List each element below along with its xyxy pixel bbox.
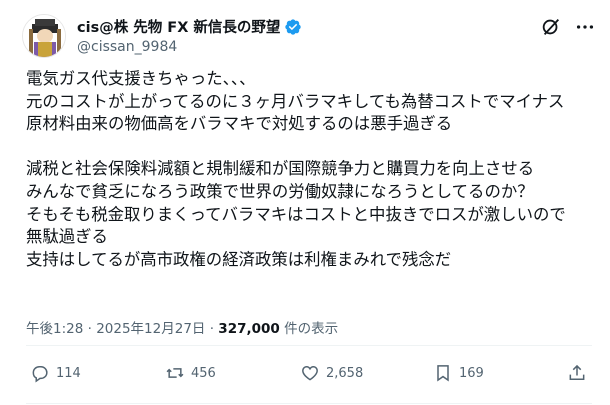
bookmark-count: 169 <box>459 365 484 381</box>
post-line: そもそも税金取りまくってバラマキはコストと中抜きでロスが激しいので <box>26 204 566 224</box>
share-icon <box>569 364 585 380</box>
avatar[interactable] <box>22 14 66 58</box>
divider <box>26 403 592 404</box>
bookmark-button[interactable]: 169 <box>433 363 484 383</box>
grok-icon[interactable] <box>540 16 562 38</box>
post-line-blank <box>26 136 606 159</box>
post-card: cis@株 先物 FX 新信長の野望 @cissan_9984 電気ガス代支援き… <box>0 0 610 405</box>
like-button[interactable]: 2,658 <box>300 363 363 383</box>
post-text: 電気ガス代支援きちゃった、、、 元のコストが上がってるのに３ヶ月バラマキしても為… <box>26 68 606 271</box>
avatar-illustration <box>23 15 65 57</box>
view-count-label: 件の表示 <box>279 321 339 337</box>
user-handle[interactable]: @cissan_9984 <box>77 39 177 55</box>
bookmark-icon <box>437 365 449 382</box>
divider <box>26 345 592 346</box>
meta-separator: · <box>83 321 97 337</box>
like-count: 2,658 <box>326 365 364 381</box>
reply-count: 114 <box>56 365 81 381</box>
verified-badge-icon <box>285 18 302 35</box>
display-name[interactable]: cis@株 先物 FX 新信長の野望 <box>77 16 280 37</box>
repost-icon <box>166 368 184 378</box>
repost-count: 456 <box>191 365 216 381</box>
reply-icon <box>32 366 48 383</box>
post-line: 無駄過ぎる <box>26 227 108 247</box>
post-line: みんなで貧乏になろう政策で世界の労働奴隷になろうとしてるのか？ <box>26 181 534 201</box>
post-line: 元のコストが上がってるのに３ヶ月バラマキしても為替コストでマイナス <box>26 91 565 111</box>
repost-button[interactable]: 456 <box>165 363 216 383</box>
post-line: 原材料由来の物価高をバラマキで対処するのは悪手過ぎる <box>26 114 453 134</box>
meta-separator: · <box>205 321 219 337</box>
post-time[interactable]: 午後1:28 <box>26 321 83 337</box>
like-icon <box>302 365 318 381</box>
name-row: cis@株 先物 FX 新信長の野望 <box>77 16 302 37</box>
more-icon[interactable] <box>574 16 596 38</box>
view-count: 327,000 <box>218 321 280 337</box>
post-date[interactable]: 2025年12月27日 <box>96 321 205 337</box>
post-meta: 午後1:28 · 2025年12月27日 · 327,000 件の表示 <box>26 317 338 337</box>
reply-button[interactable]: 114 <box>30 363 81 383</box>
post-line: 減税と社会保険料減額と規制緩和が国際競争力と購買力を向上させる <box>26 159 535 179</box>
post-line: 電気ガス代支援きちゃった、、、 <box>26 69 256 88</box>
share-button[interactable] <box>567 363 587 383</box>
post-line: 支持はしてるが高市政権の経済政策は利権まみれで残念だ <box>26 249 452 269</box>
